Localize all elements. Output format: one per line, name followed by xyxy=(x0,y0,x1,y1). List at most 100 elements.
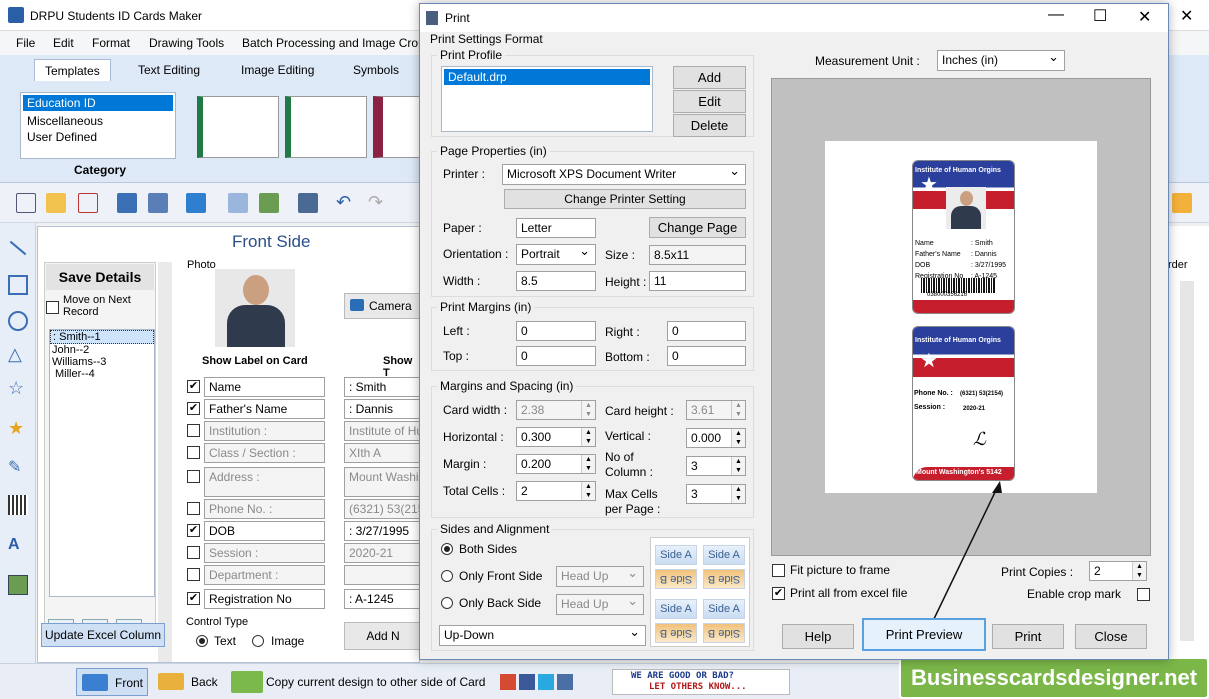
tab-image-editing[interactable]: Image Editing xyxy=(231,59,324,81)
copy-design-button[interactable]: Copy current design to other side of Car… xyxy=(228,668,490,696)
shape-tool-icon[interactable]: ★ xyxy=(8,419,28,439)
label-value-field[interactable]: : Dannis xyxy=(344,399,422,419)
show-label-checkbox[interactable]: ✔ xyxy=(187,402,200,415)
menu-edit[interactable]: Edit xyxy=(53,36,74,50)
rectangle-tool-icon[interactable] xyxy=(8,275,28,295)
move-next-checkbox[interactable] xyxy=(46,301,59,314)
label-text-field[interactable]: Class / Section : xyxy=(204,443,325,463)
category-item-misc[interactable]: Miscellaneous xyxy=(21,113,175,129)
save-details-button[interactable]: Save Details xyxy=(46,264,154,290)
save-as-icon[interactable] xyxy=(148,193,168,213)
show-label-checkbox[interactable] xyxy=(187,470,200,483)
line-tool-icon[interactable] xyxy=(9,240,27,256)
properties-icon[interactable] xyxy=(228,193,248,213)
picture-tool-icon[interactable] xyxy=(8,575,28,595)
label-value-field[interactable]: : Smith xyxy=(344,377,422,397)
show-label-checkbox[interactable] xyxy=(187,546,200,559)
label-value-field[interactable]: Institute of Hum xyxy=(344,421,422,441)
triangle-tool-icon[interactable]: △ xyxy=(8,345,28,365)
close-icon[interactable]: ✕ xyxy=(1180,6,1193,26)
menu-format[interactable]: Format xyxy=(92,36,130,50)
facebook-icon[interactable] xyxy=(519,674,535,690)
fit-picture-checkbox[interactable] xyxy=(772,564,785,577)
menu-batch-processing[interactable]: Batch Processing and Image Crop xyxy=(242,36,425,50)
front-button[interactable]: Front xyxy=(76,668,148,696)
back-button[interactable]: Back xyxy=(154,668,222,696)
template-thumb-2[interactable] xyxy=(285,96,367,158)
label-value-field[interactable]: XIth A xyxy=(344,443,422,463)
save-icon[interactable] xyxy=(117,193,137,213)
crop-mark-checkbox[interactable] xyxy=(1137,588,1150,601)
tab-symbols[interactable]: Symbols xyxy=(343,59,409,81)
label-text-field[interactable]: DOB xyxy=(204,521,325,541)
ellipse-tool-icon[interactable] xyxy=(8,311,28,331)
label-value-field[interactable]: : 3/27/1995 xyxy=(344,521,422,541)
add-new-button[interactable]: Add N xyxy=(344,622,422,650)
share-icon[interactable] xyxy=(557,674,573,690)
record-item[interactable]: Williams--3 xyxy=(50,356,154,368)
template-thumb-1[interactable] xyxy=(197,96,279,158)
open-folder-icon[interactable] xyxy=(46,193,66,213)
record-item[interactable]: Miller--4 xyxy=(50,368,154,380)
show-label-checkbox[interactable] xyxy=(187,446,200,459)
label-value-field[interactable] xyxy=(344,565,422,585)
label-value-field[interactable]: : A-1245 xyxy=(344,589,422,609)
photo-preview[interactable] xyxy=(215,269,295,347)
menu-file[interactable]: File xyxy=(16,36,35,50)
mail-icon[interactable] xyxy=(1172,193,1192,213)
label-text-field[interactable]: Department : xyxy=(204,565,325,585)
star-tool-icon[interactable]: ☆ xyxy=(8,379,28,399)
pen-tool-icon[interactable]: ✎ xyxy=(8,459,28,479)
camera-button[interactable]: Camera xyxy=(344,293,422,319)
label-text-field[interactable]: Registration No xyxy=(204,589,325,609)
label-text-field[interactable]: Father's Name xyxy=(204,399,325,419)
tab-text-editing[interactable]: Text Editing xyxy=(128,59,210,81)
spinner-arrows-icon[interactable]: ▲ ▼ xyxy=(1132,562,1146,580)
text-tool-icon[interactable]: A xyxy=(8,535,28,555)
category-list[interactable]: Education ID Miscellaneous User Defined xyxy=(20,92,176,159)
label-text-field[interactable]: Address : xyxy=(204,467,325,497)
print-preview-button[interactable]: Print Preview xyxy=(862,618,986,651)
show-label-checkbox[interactable]: ✔ xyxy=(187,524,200,537)
image-icon[interactable] xyxy=(259,193,279,213)
records-list[interactable]: : Smith--1 John--2 Williams--3 Miller--4 xyxy=(49,329,155,597)
print-button[interactable]: Print xyxy=(992,624,1064,649)
label-value-field[interactable]: Mount Washing xyxy=(344,467,422,497)
show-label-checkbox[interactable] xyxy=(187,502,200,515)
label-value-field[interactable]: 2020-21 xyxy=(344,543,422,563)
control-type-image-radio[interactable] xyxy=(252,635,264,647)
export-icon[interactable] xyxy=(186,193,206,213)
help-button[interactable]: Help xyxy=(782,624,854,649)
close-file-icon[interactable] xyxy=(78,193,98,213)
show-label-checkbox[interactable] xyxy=(187,568,200,581)
show-label-checkbox[interactable]: ✔ xyxy=(187,380,200,393)
barcode-tool-icon[interactable] xyxy=(8,495,28,515)
show-label-checkbox[interactable] xyxy=(187,424,200,437)
label-text-field[interactable]: Phone No. : xyxy=(204,499,325,519)
label-text-field[interactable]: Session : xyxy=(204,543,325,563)
menu-drawing-tools[interactable]: Drawing Tools xyxy=(149,36,224,50)
record-item[interactable]: John--2 xyxy=(50,344,154,356)
label-text-field[interactable]: Institution : xyxy=(204,421,325,441)
vertical-scrollbar[interactable] xyxy=(158,262,172,662)
tab-templates[interactable]: Templates xyxy=(34,59,111,81)
feedback-banner[interactable]: WE ARE GOOD OR BAD? LET OTHERS KNOW... xyxy=(612,669,790,695)
update-excel-button[interactable]: Update Excel Column xyxy=(41,623,165,647)
close-button[interactable]: Close xyxy=(1075,624,1147,649)
right-scrollbar[interactable] xyxy=(1180,281,1194,641)
category-item-user[interactable]: User Defined xyxy=(21,129,175,145)
control-type-text-radio[interactable] xyxy=(196,635,208,647)
twitter-icon[interactable] xyxy=(538,674,554,690)
record-item[interactable]: : Smith--1 xyxy=(50,330,154,344)
redo-icon[interactable]: ↷ xyxy=(368,193,388,213)
undo-icon[interactable]: ↶ xyxy=(336,193,356,213)
show-label-checkbox[interactable]: ✔ xyxy=(187,592,200,605)
label-text-field[interactable]: Name xyxy=(204,377,325,397)
template-thumb-3[interactable] xyxy=(373,96,423,158)
category-item-education[interactable]: Education ID xyxy=(23,95,173,111)
google-plus-icon[interactable] xyxy=(500,674,516,690)
label-value-field[interactable]: (6321) 53(215 xyxy=(344,499,422,519)
print-all-checkbox[interactable]: ✔ xyxy=(772,587,785,600)
print-copies-spinner[interactable]: 2 ▲ ▼ xyxy=(1089,561,1147,581)
print-icon[interactable] xyxy=(298,193,318,213)
